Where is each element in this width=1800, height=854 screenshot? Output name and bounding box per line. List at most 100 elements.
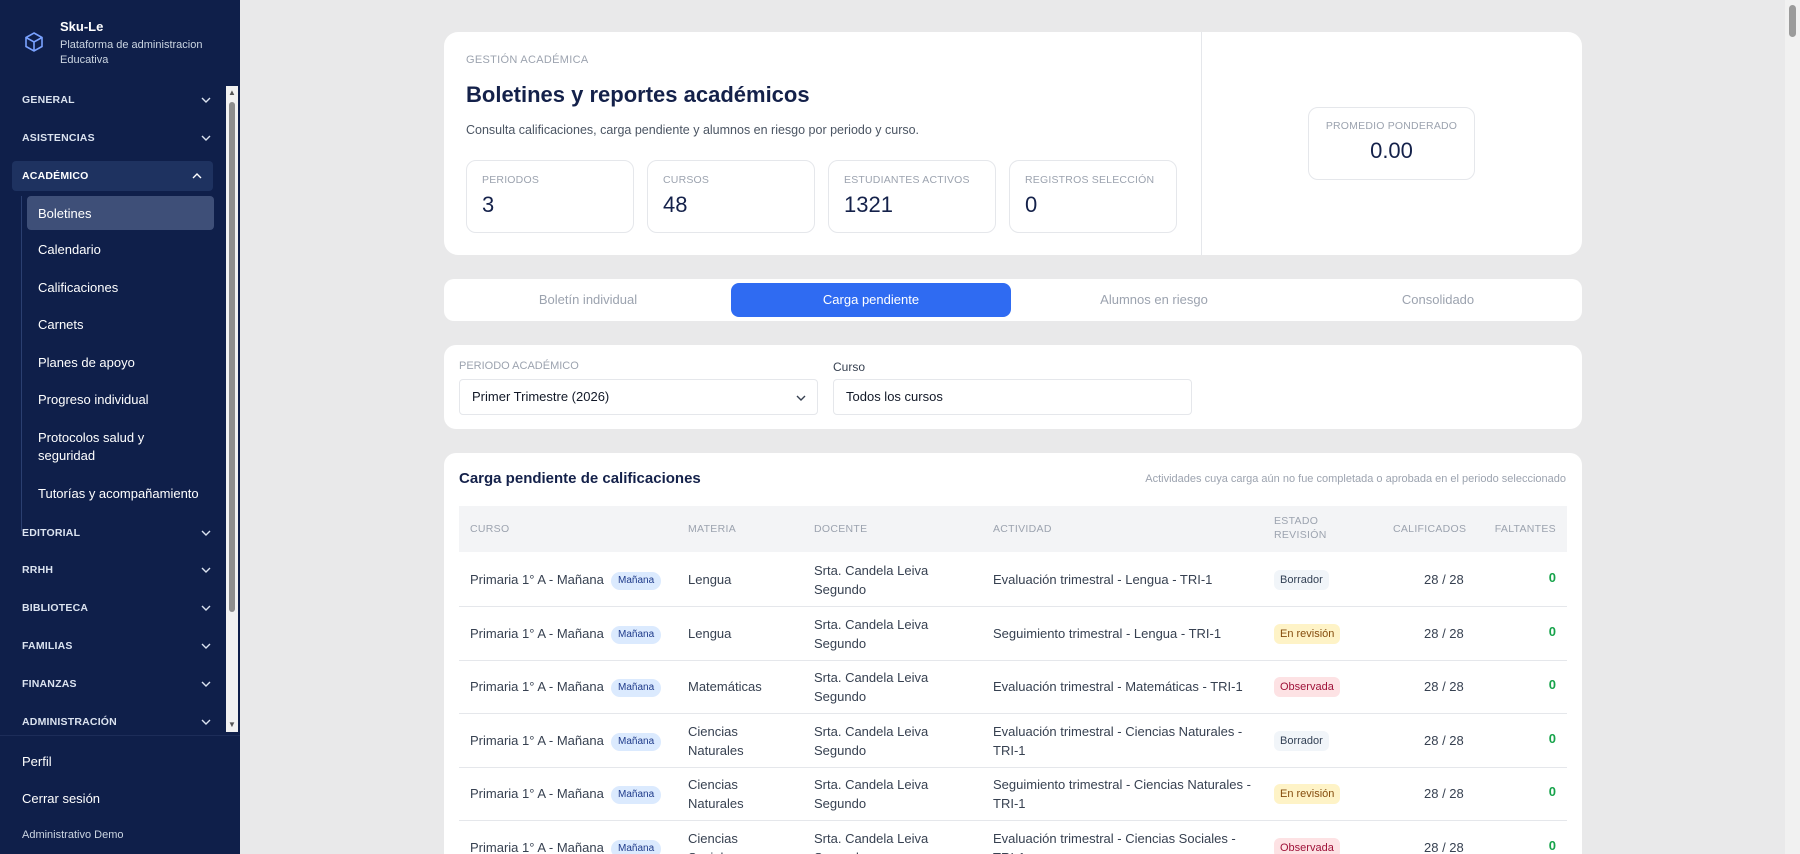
sidebar-item-tutorias[interactable]: Tutorías y acompañamiento xyxy=(38,485,214,503)
sidebar-scrollbar[interactable]: ▲ ▼ xyxy=(226,86,238,732)
cell-faltantes: 0 xyxy=(1548,730,1556,746)
header-card: GESTIÓN ACADÉMICA Boletines y reportes a… xyxy=(444,32,1582,255)
pending-grades-card: Carga pendiente de calificaciones Activi… xyxy=(444,453,1582,854)
filters-card: PERIODO ACADÉMICO Primer Trimestre (2026… xyxy=(444,345,1582,429)
sidebar-item-calificaciones[interactable]: Calificaciones xyxy=(38,279,214,297)
tab-alumnos-en-riesgo[interactable]: Alumnos en riesgo xyxy=(1014,283,1294,317)
section-rrhh[interactable]: RRHH xyxy=(22,558,212,582)
course-field[interactable]: Todos los cursos xyxy=(833,379,1192,415)
cell-actividad: Evaluación trimestral - Lengua - TRI-1 xyxy=(993,572,1213,587)
cell-curso: Primaria 1° A - Mañana xyxy=(470,679,604,694)
sidebar-scroll-thumb[interactable] xyxy=(229,102,235,612)
chevron-up-icon xyxy=(192,173,202,179)
course-field-value: Todos los cursos xyxy=(846,389,943,404)
stat-label: CURSOS xyxy=(663,174,710,186)
chevron-down-icon xyxy=(201,530,211,536)
col-faltantes[interactable]: FALTANTES xyxy=(1495,523,1556,535)
cell-docente: Srta. Candela Leiva Segundo xyxy=(814,723,929,758)
shift-badge: Mañana xyxy=(611,732,662,751)
tab-carga-pendiente[interactable]: Carga pendiente xyxy=(731,283,1011,317)
chevron-down-icon xyxy=(201,719,211,725)
profile-link[interactable]: Perfil xyxy=(22,754,52,769)
tab-consolidado[interactable]: Consolidado xyxy=(1298,283,1578,317)
chevron-down-icon xyxy=(201,135,211,141)
sidebar-item-boletines[interactable]: Boletines xyxy=(27,196,214,230)
section-administracion[interactable]: ADMINISTRACIÓN xyxy=(22,710,212,732)
col-calificados[interactable]: CALIFICADOS xyxy=(1393,523,1466,535)
status-badge: En revisión xyxy=(1274,784,1341,804)
cell-materia: Lengua xyxy=(688,572,732,587)
status-badge: Observada xyxy=(1274,677,1340,697)
scroll-up-arrow-icon[interactable]: ▲ xyxy=(228,89,236,97)
status-badge: En revisión xyxy=(1274,623,1341,644)
shift-badge: Mañana xyxy=(611,839,662,854)
cell-actividad: Evaluación trimestral - Ciencias Natural… xyxy=(993,723,1243,758)
cell-docente: Srta. Candela Leiva Segundo xyxy=(814,670,929,704)
table-row[interactable]: Primaria 1° A - Mañana Mañana Lengua Srta. … xyxy=(459,553,1567,607)
sidebar-item-calendario[interactable]: Calendario xyxy=(38,241,214,259)
sidebar-footer-divider xyxy=(0,735,240,736)
section-general[interactable]: GENERAL xyxy=(22,88,212,112)
section-asistencias[interactable]: ASISTENCIAS xyxy=(22,126,212,150)
col-estado-revision[interactable]: ESTADO REVISIÓN xyxy=(1274,514,1334,542)
page-description: Consulta calificaciones, carga pendiente… xyxy=(466,123,920,137)
shift-badge: Mañana xyxy=(611,679,662,697)
sidebar-item-planes-de-apoyo[interactable]: Planes de apoyo xyxy=(38,354,214,372)
cell-actividad: Seguimiento trimestral - Ciencias Natura… xyxy=(993,777,1251,811)
logout-link[interactable]: Cerrar sesión xyxy=(22,791,100,806)
page-title: Boletines y reportes académicos xyxy=(466,82,810,107)
cell-curso: Primaria 1° A - Mañana xyxy=(470,572,604,587)
section-familias[interactable]: FAMILIAS xyxy=(22,634,212,658)
tab-boletin-individual[interactable]: Boletín individual xyxy=(448,283,728,317)
cell-docente: Srta. Candela Leiva Segundo xyxy=(814,616,929,651)
table-note: Actividades cuya carga aún no fue comple… xyxy=(1145,473,1566,485)
cell-curso: Primaria 1° A - Mañana xyxy=(470,839,604,854)
course-label: Curso xyxy=(833,360,866,374)
shift-badge: Mañana xyxy=(611,572,662,590)
section-editorial[interactable]: EDITORIAL xyxy=(22,521,212,545)
section-label: FINANZAS xyxy=(22,678,77,690)
cell-curso: Primaria 1° A - Mañana xyxy=(470,732,604,748)
stat-registros-seleccion: REGISTROS SELECCIÓN 0 xyxy=(1009,160,1177,233)
col-curso[interactable]: CURSO xyxy=(470,523,509,535)
stat-periodos: PERIODOS 3 xyxy=(466,160,634,233)
sidebar-item-progreso-individual[interactable]: Progreso individual xyxy=(38,391,214,409)
report-tabs: Boletín individual Carga pendiente Alumn… xyxy=(444,279,1582,321)
sidebar-item-protocolos[interactable]: Protocolos salud y seguridad xyxy=(38,429,188,465)
average-box: PROMEDIO PONDERADO 0.00 xyxy=(1308,107,1475,180)
scroll-down-arrow-icon[interactable]: ▼ xyxy=(228,721,236,729)
header-summary: GESTIÓN ACADÉMICA Boletines y reportes a… xyxy=(444,32,1202,255)
col-docente[interactable]: DOCENTE xyxy=(814,523,867,535)
period-select[interactable]: Primer Trimestre (2026) xyxy=(459,379,818,415)
cell-curso: Primaria 1° A - Mañana xyxy=(470,625,604,641)
section-biblioteca[interactable]: BIBLIOTECA xyxy=(22,596,212,620)
table-row[interactable]: Primaria 1° A - Mañana Mañana Lengua Srta. … xyxy=(459,607,1567,661)
sidebar-item-carnets[interactable]: Carnets xyxy=(38,316,214,334)
cell-faltantes: 0 xyxy=(1548,677,1556,692)
cell-faltantes: 0 xyxy=(1548,837,1556,853)
section-finanzas[interactable]: FINANZAS xyxy=(22,672,212,696)
cell-docente: Srta. Candela Leiva Segundo xyxy=(814,563,929,597)
col-materia[interactable]: MATERIA xyxy=(688,523,736,535)
cell-calificados: 28 / 28 xyxy=(1424,839,1464,854)
cell-faltantes: 0 xyxy=(1548,570,1556,585)
table-row[interactable]: Primaria 1° A - Mañana Mañana Matemáticas S… xyxy=(459,660,1567,714)
col-actividad[interactable]: ACTIVIDAD xyxy=(993,523,1052,535)
section-label: RRHH xyxy=(22,564,54,576)
page-scroll-thumb[interactable] xyxy=(1789,5,1796,37)
submenu-guide-line xyxy=(21,196,22,531)
period-select-value: Primer Trimestre (2026) xyxy=(472,389,610,404)
shift-badge: Mañana xyxy=(611,786,662,804)
brand[interactable]: Sku-Le Plataforma de administracion Educ… xyxy=(0,0,240,78)
table-row[interactable]: Primaria 1° A - Mañana Mañana Ciencias Nat… xyxy=(459,767,1567,821)
section-label: FAMILIAS xyxy=(22,640,73,652)
table-row[interactable]: Primaria 1° A - Mañana Mañana Ciencias Soc… xyxy=(459,821,1567,854)
section-academico[interactable]: ACADÉMICO xyxy=(12,161,213,191)
table-row[interactable]: Primaria 1° A - Mañana Mañana Ciencias Nat… xyxy=(459,714,1567,768)
average-value: 0.00 xyxy=(1370,138,1413,163)
chevron-down-icon xyxy=(201,567,211,573)
period-label: PERIODO ACADÉMICO xyxy=(459,360,579,372)
brand-subtitle: Plataforma de administracion Educativa xyxy=(60,39,203,66)
stat-value: 48 xyxy=(663,192,688,217)
page-scrollbar[interactable] xyxy=(1785,0,1800,854)
